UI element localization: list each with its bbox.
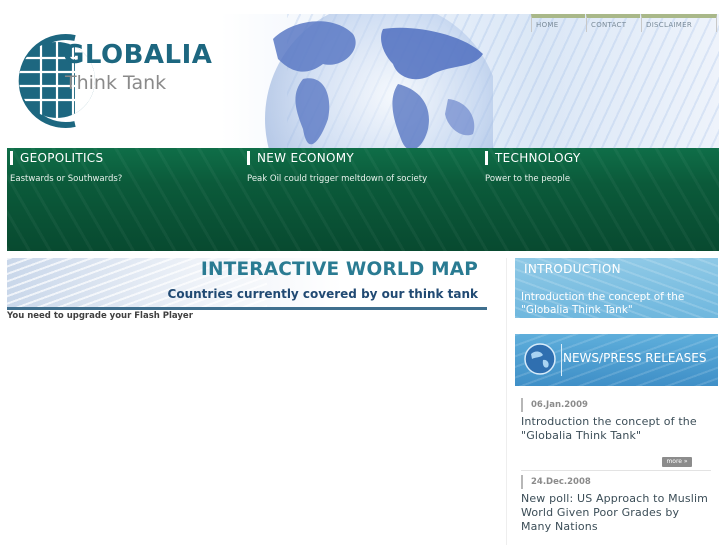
topic-geopolitics: GEOPOLITICS Eastwards or Southwards? (10, 151, 122, 184)
news-title-link[interactable]: Introduction the concept of the "Globali… (521, 415, 711, 443)
topic-link[interactable]: Power to the people (485, 174, 580, 184)
topic-heading[interactable]: TECHNOLOGY (485, 151, 580, 165)
map-title: INTERACTIVE WORLD MAP (200, 259, 478, 280)
banner-divider (7, 307, 487, 310)
map-subtitle: Countries currently covered by our think… (167, 287, 478, 301)
news-date: 24.Dec.2008 (521, 475, 711, 489)
introduction-panel[interactable]: INTRODUCTION Introduction the concept of… (515, 258, 718, 318)
flash-upgrade-message[interactable]: You need to upgrade your Flash Player (7, 311, 193, 321)
news-press-header: NEWS/PRESS RELEASES (515, 334, 718, 386)
news-title-link[interactable]: New poll: US Approach to Muslim World Gi… (521, 492, 711, 534)
topic-new-economy: NEW ECONOMY Peak Oil could trigger meltd… (247, 151, 427, 184)
introduction-link[interactable]: Introduction the concept of the "Globali… (521, 291, 717, 317)
topic-heading[interactable]: GEOPOLITICS (10, 151, 122, 165)
header-banner: GLOBALIA Think Tank (7, 14, 719, 148)
logo-subtitle: Think Tank (65, 72, 167, 94)
header-divider (561, 344, 562, 376)
news-item: 06.Jan.2009 Introduction the concept of … (521, 398, 711, 443)
topic-link[interactable]: Peak Oil could trigger meltdown of socie… (247, 174, 427, 184)
news-separator (521, 470, 711, 471)
more-button[interactable]: more » (662, 457, 692, 467)
logo-title[interactable]: GLOBALIA (63, 40, 212, 70)
nav-disclaimer-link[interactable]: DISCLAIMER (641, 14, 717, 32)
news-heading: NEWS/PRESS RELEASES (563, 351, 707, 365)
world-map-banner: INTERACTIVE WORLD MAP Countries currentl… (7, 258, 487, 310)
globe-icon (524, 343, 556, 375)
topic-technology: TECHNOLOGY Power to the people (485, 151, 580, 184)
sidebar-divider (506, 258, 507, 545)
topic-heading[interactable]: NEW ECONOMY (247, 151, 427, 165)
world-globe-graphic (265, 14, 493, 148)
news-date: 06.Jan.2009 (521, 398, 711, 412)
nav-contact-link[interactable]: CONTACT (586, 14, 640, 32)
news-item: 24.Dec.2008 New poll: US Approach to Mus… (521, 475, 711, 534)
introduction-heading: INTRODUCTION (524, 262, 621, 276)
topics-band: GEOPOLITICS Eastwards or Southwards? NEW… (7, 148, 719, 251)
topic-link[interactable]: Eastwards or Southwards? (10, 174, 122, 184)
top-navigation: HOME CONTACT DISCLAIMER (531, 14, 718, 34)
nav-home-link[interactable]: HOME (531, 14, 585, 32)
